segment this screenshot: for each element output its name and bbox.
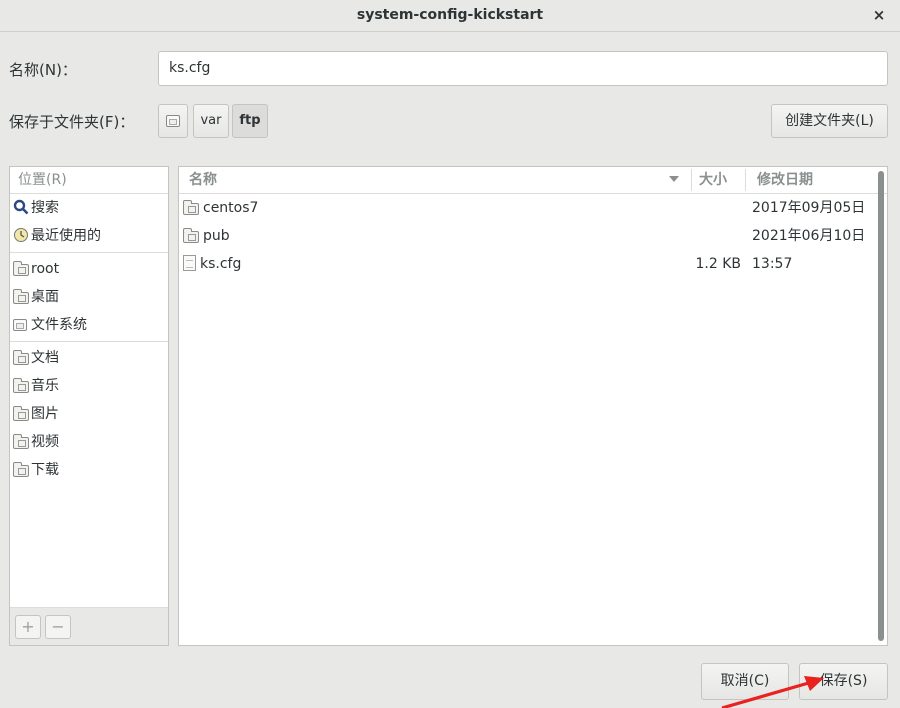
places-sidebar: 位置(R) 搜索 最近使用的 root 桌面 文件系统 文档 音乐 图片 视频 … [9, 166, 169, 646]
file-modified: 2021年06月10日 [752, 228, 866, 244]
downloads-folder-icon [13, 462, 29, 477]
file-row[interactable]: centos7 2017年09月05日 [179, 194, 887, 222]
file-name: centos7 [203, 200, 259, 216]
file-modified: 13:57 [752, 256, 793, 272]
videos-folder-icon [13, 434, 29, 449]
documents-folder-icon [13, 350, 29, 365]
drive-icon [13, 319, 27, 331]
close-icon[interactable]: × [870, 6, 888, 24]
save-button[interactable]: 保存(S) [799, 663, 888, 700]
drive-icon [166, 114, 180, 127]
place-item-pictures[interactable]: 图片 [10, 400, 168, 428]
window-title: system-config-kickstart [356, 7, 544, 23]
place-label: 文档 [31, 350, 59, 366]
place-item-desktop[interactable]: 桌面 [10, 283, 168, 311]
add-bookmark-button[interactable]: + [15, 615, 41, 639]
path-button-var[interactable]: var [193, 104, 229, 138]
place-label: 图片 [31, 406, 59, 422]
place-item-root[interactable]: root [10, 255, 168, 283]
pictures-folder-icon [13, 406, 29, 421]
desktop-folder-icon [13, 289, 29, 304]
vertical-scrollbar[interactable] [878, 171, 884, 641]
place-item-downloads[interactable]: 下载 [10, 456, 168, 484]
places-divider [10, 252, 168, 253]
save-in-folder-label: 保存于文件夹(F)： [9, 113, 135, 131]
place-item-recent[interactable]: 最近使用的 [10, 222, 168, 250]
column-header-name[interactable]: 名称 [189, 167, 217, 193]
place-label: 文件系统 [31, 317, 87, 333]
column-divider [691, 169, 692, 191]
file-row[interactable]: ks.cfg 1.2 KB 13:57 [179, 250, 887, 278]
text-file-icon [183, 255, 196, 271]
file-name: pub [203, 228, 230, 244]
place-item-search[interactable]: 搜索 [10, 194, 168, 222]
column-divider [745, 169, 746, 191]
sort-descending-icon [669, 176, 679, 182]
file-name: ks.cfg [200, 256, 242, 272]
place-label: 最近使用的 [31, 228, 101, 244]
filename-input[interactable]: ks.cfg [158, 51, 888, 86]
place-item-documents[interactable]: 文档 [10, 344, 168, 372]
path-button-ftp[interactable]: ftp [232, 104, 268, 138]
place-label: root [31, 261, 60, 277]
file-list-header: 名称 大小 修改日期 [179, 167, 887, 194]
place-label: 音乐 [31, 378, 59, 394]
path-button-root[interactable] [158, 104, 188, 138]
file-row[interactable]: pub 2021年06月10日 [179, 222, 887, 250]
remove-bookmark-button[interactable]: − [45, 615, 71, 639]
file-size: 1.2 KB [695, 256, 742, 272]
title-bar: system-config-kickstart × [0, 0, 900, 32]
create-folder-button[interactable]: 创建文件夹(L) [771, 104, 888, 138]
file-modified: 2017年09月05日 [752, 200, 866, 216]
column-header-size[interactable]: 大小 [699, 167, 727, 193]
place-item-videos[interactable]: 视频 [10, 428, 168, 456]
folder-icon [183, 228, 199, 243]
place-label: 桌面 [31, 289, 59, 305]
search-icon [13, 199, 29, 215]
cancel-button[interactable]: 取消(C) [701, 663, 789, 700]
folder-icon [183, 200, 199, 215]
column-header-modified[interactable]: 修改日期 [757, 167, 813, 193]
place-label: 搜索 [31, 200, 59, 216]
name-label: 名称(N)： [9, 61, 77, 79]
place-label: 下载 [31, 462, 59, 478]
places-header: 位置(R) [10, 167, 168, 194]
place-label: 视频 [31, 434, 59, 450]
home-folder-icon [13, 261, 29, 276]
places-footer: + − [10, 607, 168, 645]
recent-icon [14, 228, 28, 242]
place-item-music[interactable]: 音乐 [10, 372, 168, 400]
file-list: 名称 大小 修改日期 centos7 2017年09月05日 pub 2021年… [178, 166, 888, 646]
music-folder-icon [13, 378, 29, 393]
place-item-filesystem[interactable]: 文件系统 [10, 311, 168, 339]
places-divider [10, 341, 168, 342]
